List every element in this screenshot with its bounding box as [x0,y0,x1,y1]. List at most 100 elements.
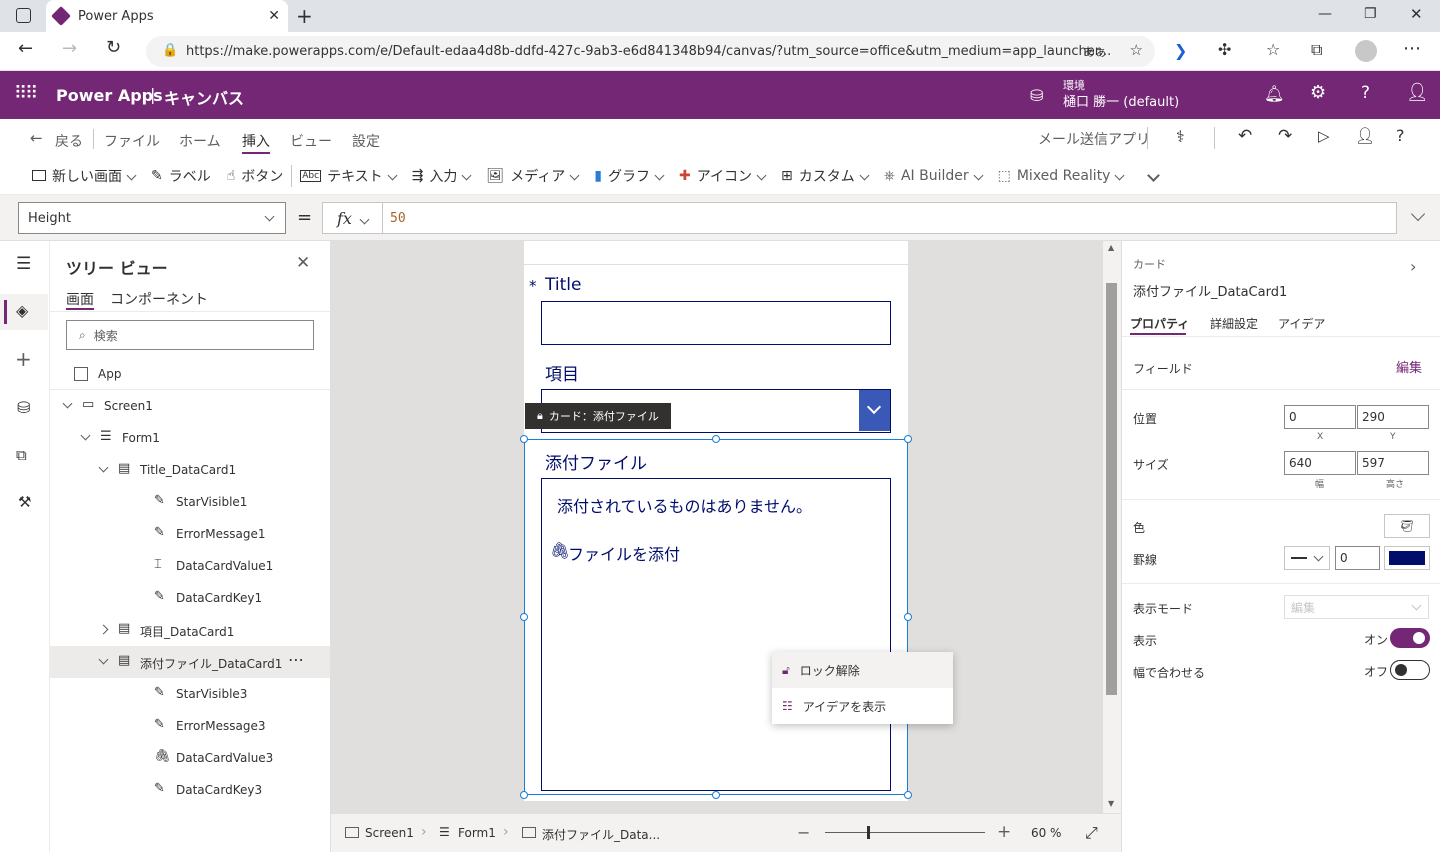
resize-handle[interactable] [520,613,528,621]
resize-handle[interactable] [520,791,528,799]
media-button[interactable]: 🖼︎ メディア [478,166,586,186]
chart-button[interactable]: ▮ グラフ [586,166,671,186]
redo-icon[interactable]: ↷ [1278,126,1292,146]
width-input[interactable]: 640 [1284,451,1356,475]
refresh-icon[interactable]: ↻ [106,37,121,58]
border-style-dropdown[interactable] [1284,546,1330,570]
border-color-picker[interactable] [1384,546,1430,570]
dropdown-button[interactable] [859,390,890,431]
chevron-down-icon[interactable] [80,430,91,441]
icons-button[interactable]: ✚ アイコン [671,166,773,186]
menu-insert[interactable]: 挿入 [242,131,270,151]
canvas-scrollbar[interactable]: ▲ ▼ [1103,241,1121,813]
fit-width-toggle[interactable] [1390,660,1430,680]
chevron-right-icon[interactable] [98,624,109,635]
tree-item[interactable]: ⌶ DataCardValue1 [50,550,330,582]
media-icon[interactable]: ⧉ [16,446,27,464]
text-button[interactable]: Abc テキスト [292,166,403,186]
zoom-slider-thumb[interactable] [867,826,870,839]
notification-icon[interactable]: 🔔︎ [1264,84,1284,103]
play-icon[interactable]: ▷ [1318,127,1330,145]
new-screen-button[interactable]: 新しい画面 [24,166,143,186]
tree-view-tab[interactable]: ◈ [0,294,48,330]
tree-item[interactable]: ✎ StarVisible3 [50,678,330,710]
settings-icon[interactable]: ⚙ [1310,82,1326,103]
tree-item[interactable]: ▤ 項目_DataCard1 [50,614,330,646]
tree-item[interactable]: ▤ Title_DataCard1 [50,454,330,486]
scroll-thumb[interactable] [1106,283,1117,695]
undo-icon[interactable]: ↶ [1238,126,1252,146]
height-input[interactable]: 597 [1357,451,1429,475]
tab-screens[interactable]: 画面 [66,289,94,309]
show-ideas-menu-item[interactable]: ☷ アイデアを表示 [772,688,953,724]
collections-icon[interactable]: ⧉ [1311,40,1322,60]
resize-handle[interactable] [904,613,912,621]
display-mode-dropdown[interactable]: 編集 [1284,595,1429,619]
help-icon[interactable]: ? [1396,126,1405,145]
tree-item[interactable]: ☰ Form1 [50,422,330,454]
back-arrow-icon[interactable]: ← [30,129,43,147]
mixed-reality-button[interactable]: ⬚ Mixed Reality [990,168,1132,184]
tree-item[interactable]: ▤ 添付ファイル_DataCard1 ⋯ [50,646,330,678]
app-launcher-icon[interactable]: ⠿⠿ [14,83,38,104]
more-icon[interactable]: ⋯ [1403,38,1421,59]
formula-input[interactable]: fx 50 [322,202,1397,234]
visible-toggle[interactable] [1390,628,1430,648]
border-width-input[interactable]: 0 [1335,546,1380,570]
url-field[interactable]: 🔒 https://make.powerapps.com/e/Default-e… [146,36,1155,67]
reader-mode-icon[interactable]: あぁ [1083,43,1107,60]
resize-handle[interactable] [712,435,720,443]
hamburger-icon[interactable]: ☰ [16,254,31,274]
zoom-in-icon[interactable]: + [997,822,1011,842]
tree-item-app[interactable]: App [50,358,330,390]
fit-to-window-icon[interactable]: ⤢ [1085,823,1098,843]
browser-tab[interactable]: Power Apps ✕ [46,0,288,32]
env-name[interactable]: 樋口 勝一 (default) [1063,91,1179,110]
app-checker-icon[interactable]: ⚕ [1176,127,1185,146]
back-button[interactable]: 戻る [55,131,83,151]
label-button[interactable]: ✎ ラベル [143,166,219,186]
data-icon[interactable]: ⛁ [17,398,30,417]
new-tab-icon[interactable]: + [296,4,313,28]
account-icon[interactable]: 👤︎ [1406,82,1429,103]
y-input[interactable]: 290 [1357,405,1429,429]
expand-formula-icon[interactable] [1410,206,1426,222]
tree-item[interactable]: ✎ ErrorMessage3 [50,710,330,742]
menu-file[interactable]: ファイル [104,131,160,151]
crumb-form[interactable]: Form1 [458,826,496,840]
more-options-icon[interactable]: ⋯ [288,650,304,669]
title-input[interactable] [541,301,891,345]
custom-button[interactable]: ⊞ カスタム [773,166,876,186]
property-dropdown[interactable]: Height [18,202,286,234]
input-button[interactable]: ⇶ 入力 [404,166,479,186]
tab-actions-icon[interactable] [16,8,31,23]
scroll-down-icon[interactable]: ▼ [1108,799,1114,808]
tab-properties[interactable]: プロパティ [1130,315,1189,332]
insert-icon[interactable]: + [15,347,32,371]
tab-advanced[interactable]: 詳細設定 [1210,315,1258,332]
x-input[interactable]: 0 [1284,405,1356,429]
tools-icon[interactable]: ⚒ [18,493,31,511]
crumb-screen[interactable]: Screen1 [365,826,414,840]
resize-handle[interactable] [904,791,912,799]
unlock-menu-item[interactable]: 🔓︎ ロック解除 [772,652,953,688]
close-icon[interactable]: ✕ [296,253,310,273]
close-tab-icon[interactable]: ✕ [268,8,280,24]
help-icon[interactable]: ? [1361,83,1370,103]
menu-home[interactable]: ホーム [179,131,221,151]
back-icon[interactable]: ← [18,38,33,59]
menu-view[interactable]: ビュー [290,131,332,151]
restore-icon[interactable]: ❐ [1364,6,1377,22]
resize-handle[interactable] [904,435,912,443]
fill-color-picker[interactable]: 🪣︎ [1384,514,1430,538]
tree-item[interactable]: ▭ Screen1 [50,390,330,422]
tab-ideas[interactable]: アイデア [1278,315,1325,332]
tree-item[interactable]: 🖇︎ DataCardValue3 [50,742,330,774]
profile-avatar[interactable] [1355,40,1377,62]
chevron-down-icon[interactable] [62,398,73,409]
favorite-add-icon[interactable]: ☆ [1130,41,1143,59]
collapse-panel-icon[interactable]: › [1410,257,1416,276]
chevron-down-icon[interactable] [98,654,109,665]
field-edit-link[interactable]: 編集 [1396,357,1422,376]
crumb-card[interactable]: 添付ファイル_Data... [542,826,660,843]
